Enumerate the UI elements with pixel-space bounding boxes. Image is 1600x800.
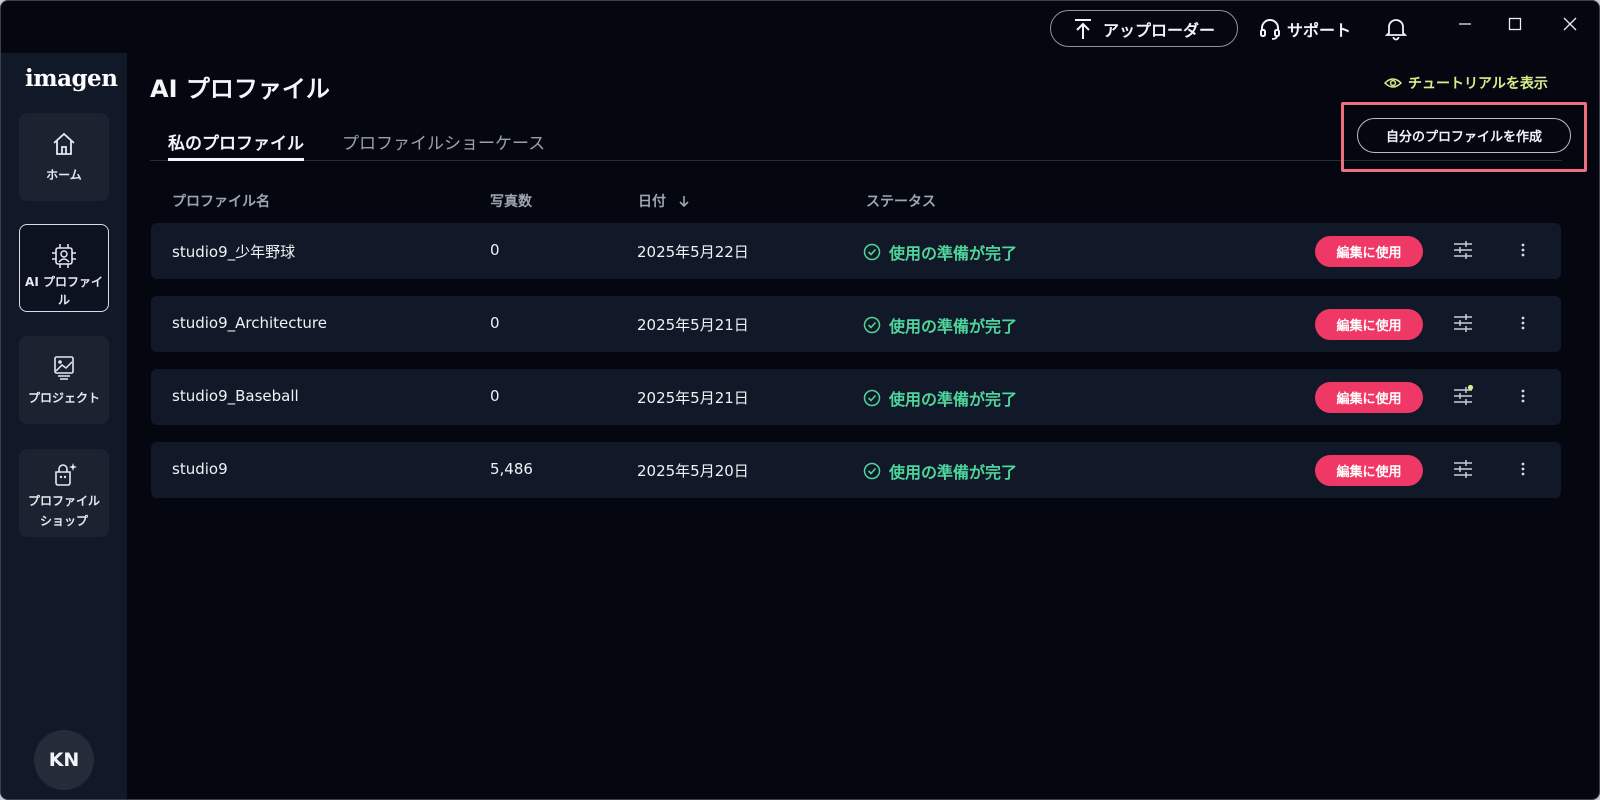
- maximize-icon[interactable]: [1495, 9, 1535, 39]
- status-ready: 使用の準備が完了: [863, 313, 1017, 337]
- home-icon: [49, 129, 79, 159]
- adjust-settings-icon[interactable]: [1451, 311, 1475, 335]
- more-options-icon[interactable]: [1513, 457, 1533, 481]
- minimize-icon[interactable]: [1445, 9, 1485, 39]
- more-options-icon[interactable]: [1513, 238, 1533, 262]
- project-icon: [49, 352, 79, 382]
- photo-count: 0: [490, 387, 500, 405]
- upload-icon: [1074, 18, 1091, 39]
- sidebar-item-project[interactable]: プロジェクト: [19, 336, 109, 424]
- column-header-photos[interactable]: 写真数: [490, 191, 532, 211]
- table-header: プロファイル名 写真数 日付 ステータス: [151, 189, 1561, 213]
- sort-down-icon: [679, 196, 689, 208]
- sidebar-item-profile-shop[interactable]: プロファイルショップ: [19, 449, 109, 537]
- check-circle-icon: [863, 316, 881, 334]
- eye-icon: [1384, 78, 1402, 88]
- profile-date: 2025年5月21日: [637, 389, 749, 407]
- check-circle-icon: [863, 462, 881, 480]
- profile-name: studio9_Baseball: [172, 387, 299, 405]
- imagen-logo: imagen: [25, 65, 118, 92]
- adjust-settings-icon[interactable]: [1451, 238, 1475, 262]
- profile-shop-icon: [49, 459, 79, 489]
- check-circle-icon: [863, 243, 881, 261]
- sidebar-item-label: AI プロファイル: [25, 275, 103, 307]
- page-title: AI プロファイル: [150, 75, 330, 103]
- profile-name: studio9_少年野球: [172, 243, 296, 261]
- table-row[interactable]: studio9_Architecture 0 2025年5月21日 使用の準備が…: [151, 296, 1561, 352]
- use-for-editing-button[interactable]: 編集に使用: [1315, 455, 1423, 486]
- ai-profile-icon: [49, 241, 79, 271]
- profile-date: 2025年5月22日: [637, 243, 749, 261]
- photo-count: 0: [490, 314, 500, 332]
- sidebar-item-home[interactable]: ホーム: [19, 113, 109, 201]
- sidebar-item-label: ホーム: [46, 168, 82, 182]
- sidebar-item-label: プロファイルショップ: [27, 494, 100, 528]
- support-label: サポート: [1287, 20, 1352, 40]
- more-options-icon[interactable]: [1513, 384, 1533, 408]
- table-row[interactable]: studio9_少年野球 0 2025年5月22日 使用の準備が完了 編集に使用: [151, 223, 1561, 279]
- app-window: アップローダー サポート imagen ホーム AI プロファイル プロジェクト…: [0, 0, 1600, 800]
- adjust-settings-icon[interactable]: [1451, 457, 1475, 481]
- profile-name: studio9: [172, 460, 228, 478]
- status-ready: 使用の準備が完了: [863, 386, 1017, 410]
- column-header-date[interactable]: 日付: [638, 191, 691, 211]
- notification-bell-icon[interactable]: [1383, 15, 1409, 41]
- profile-date: 2025年5月21日: [637, 316, 749, 334]
- tab-my-profiles[interactable]: 私のプロファイル: [168, 129, 304, 161]
- more-options-icon[interactable]: [1513, 311, 1533, 335]
- use-for-editing-button[interactable]: 編集に使用: [1315, 309, 1423, 340]
- status-label: 使用の準備が完了: [889, 463, 1018, 482]
- check-circle-icon: [863, 389, 881, 407]
- headset-icon: [1260, 18, 1280, 40]
- show-tutorial-link[interactable]: チュートリアルを表示: [1384, 73, 1548, 93]
- title-bar: アップローダー サポート: [1, 1, 1599, 53]
- use-for-editing-button[interactable]: 編集に使用: [1315, 382, 1423, 413]
- tab-profile-showcase[interactable]: プロファイルショーケース: [342, 129, 545, 161]
- use-for-editing-button[interactable]: 編集に使用: [1315, 236, 1423, 267]
- adjust-settings-icon[interactable]: [1451, 384, 1475, 408]
- support-button[interactable]: サポート: [1259, 15, 1351, 42]
- uploader-label: アップローダー: [1102, 20, 1215, 40]
- profile-date: 2025年5月20日: [637, 462, 749, 480]
- table-row[interactable]: studio9_Baseball 0 2025年5月21日 使用の準備が完了 編…: [151, 369, 1561, 425]
- profile-name: studio9_Architecture: [172, 314, 327, 332]
- column-header-status[interactable]: ステータス: [866, 191, 936, 211]
- tutorial-label: チュートリアルを表示: [1408, 76, 1548, 92]
- close-icon[interactable]: [1550, 9, 1590, 39]
- column-header-name[interactable]: プロファイル名: [172, 191, 270, 211]
- status-label: 使用の準備が完了: [889, 390, 1018, 409]
- user-avatar[interactable]: KN: [34, 730, 94, 790]
- status-ready: 使用の準備が完了: [863, 240, 1017, 264]
- status-label: 使用の準備が完了: [889, 244, 1018, 263]
- column-header-date-label: 日付: [638, 194, 666, 210]
- uploader-button[interactable]: アップローダー: [1050, 10, 1238, 47]
- photo-count: 5,486: [490, 460, 533, 478]
- sidebar-item-label: プロジェクト: [27, 391, 100, 405]
- status-ready: 使用の準備が完了: [863, 459, 1017, 483]
- status-label: 使用の準備が完了: [889, 317, 1018, 336]
- sidebar-item-ai-profile[interactable]: AI プロファイル: [19, 224, 109, 312]
- create-profile-button[interactable]: 自分のプロファイルを作成: [1357, 118, 1571, 153]
- modified-indicator-dot: [1467, 384, 1474, 391]
- table-row[interactable]: studio9 5,486 2025年5月20日 使用の準備が完了 編集に使用: [151, 442, 1561, 498]
- photo-count: 0: [490, 241, 500, 259]
- sidebar: imagen ホーム AI プロファイル プロジェクト プロファイルショップ K…: [1, 53, 127, 799]
